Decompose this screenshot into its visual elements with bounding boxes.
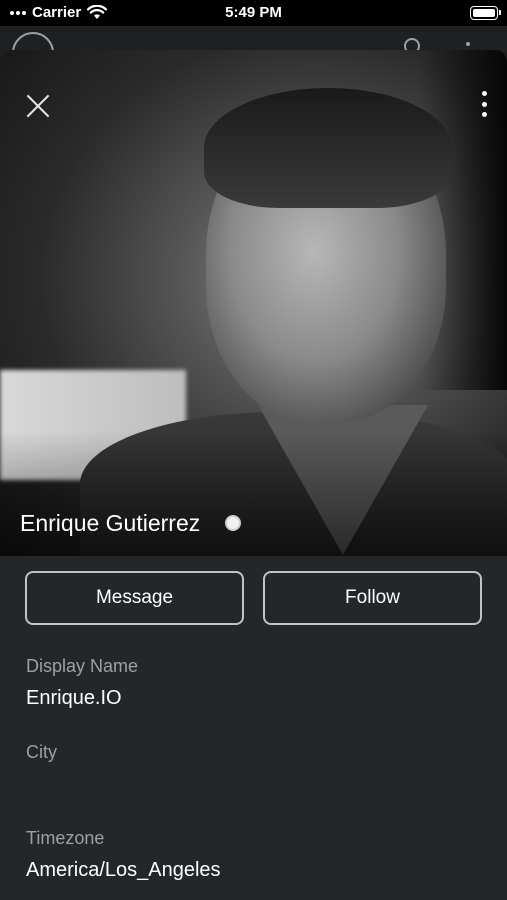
profile-sheet: Enrique Gutierrez Message Follow Display… bbox=[0, 50, 507, 900]
profile-photo: Enrique Gutierrez bbox=[0, 50, 507, 556]
profile-actions: Message Follow bbox=[25, 571, 482, 625]
status-time: 5:49 PM bbox=[225, 4, 282, 21]
timezone-field: Timezone America/Los_Angeles bbox=[26, 828, 221, 883]
display-name-field: Display Name Enrique.IO bbox=[26, 656, 138, 711]
follow-button[interactable]: Follow bbox=[263, 571, 482, 625]
city-label: City bbox=[26, 742, 57, 762]
timezone-value: America/Los_Angeles bbox=[26, 859, 221, 881]
timezone-label: Timezone bbox=[26, 828, 105, 848]
presence-status-icon bbox=[225, 515, 241, 531]
message-button[interactable]: Message bbox=[25, 571, 244, 625]
more-icon bbox=[466, 42, 470, 46]
photo-shade bbox=[0, 430, 507, 556]
close-icon[interactable] bbox=[24, 92, 52, 120]
battery-icon bbox=[470, 6, 501, 20]
status-bar: Carrier 5:49 PM bbox=[0, 0, 507, 26]
more-options-icon[interactable] bbox=[474, 88, 494, 120]
photo-hair bbox=[204, 88, 452, 208]
profile-name: Enrique Gutierrez bbox=[20, 510, 201, 536]
city-value bbox=[26, 773, 57, 797]
display-name-value: Enrique.IO bbox=[26, 687, 122, 709]
display-name-label: Display Name bbox=[26, 656, 139, 676]
city-field: City bbox=[26, 742, 57, 797]
